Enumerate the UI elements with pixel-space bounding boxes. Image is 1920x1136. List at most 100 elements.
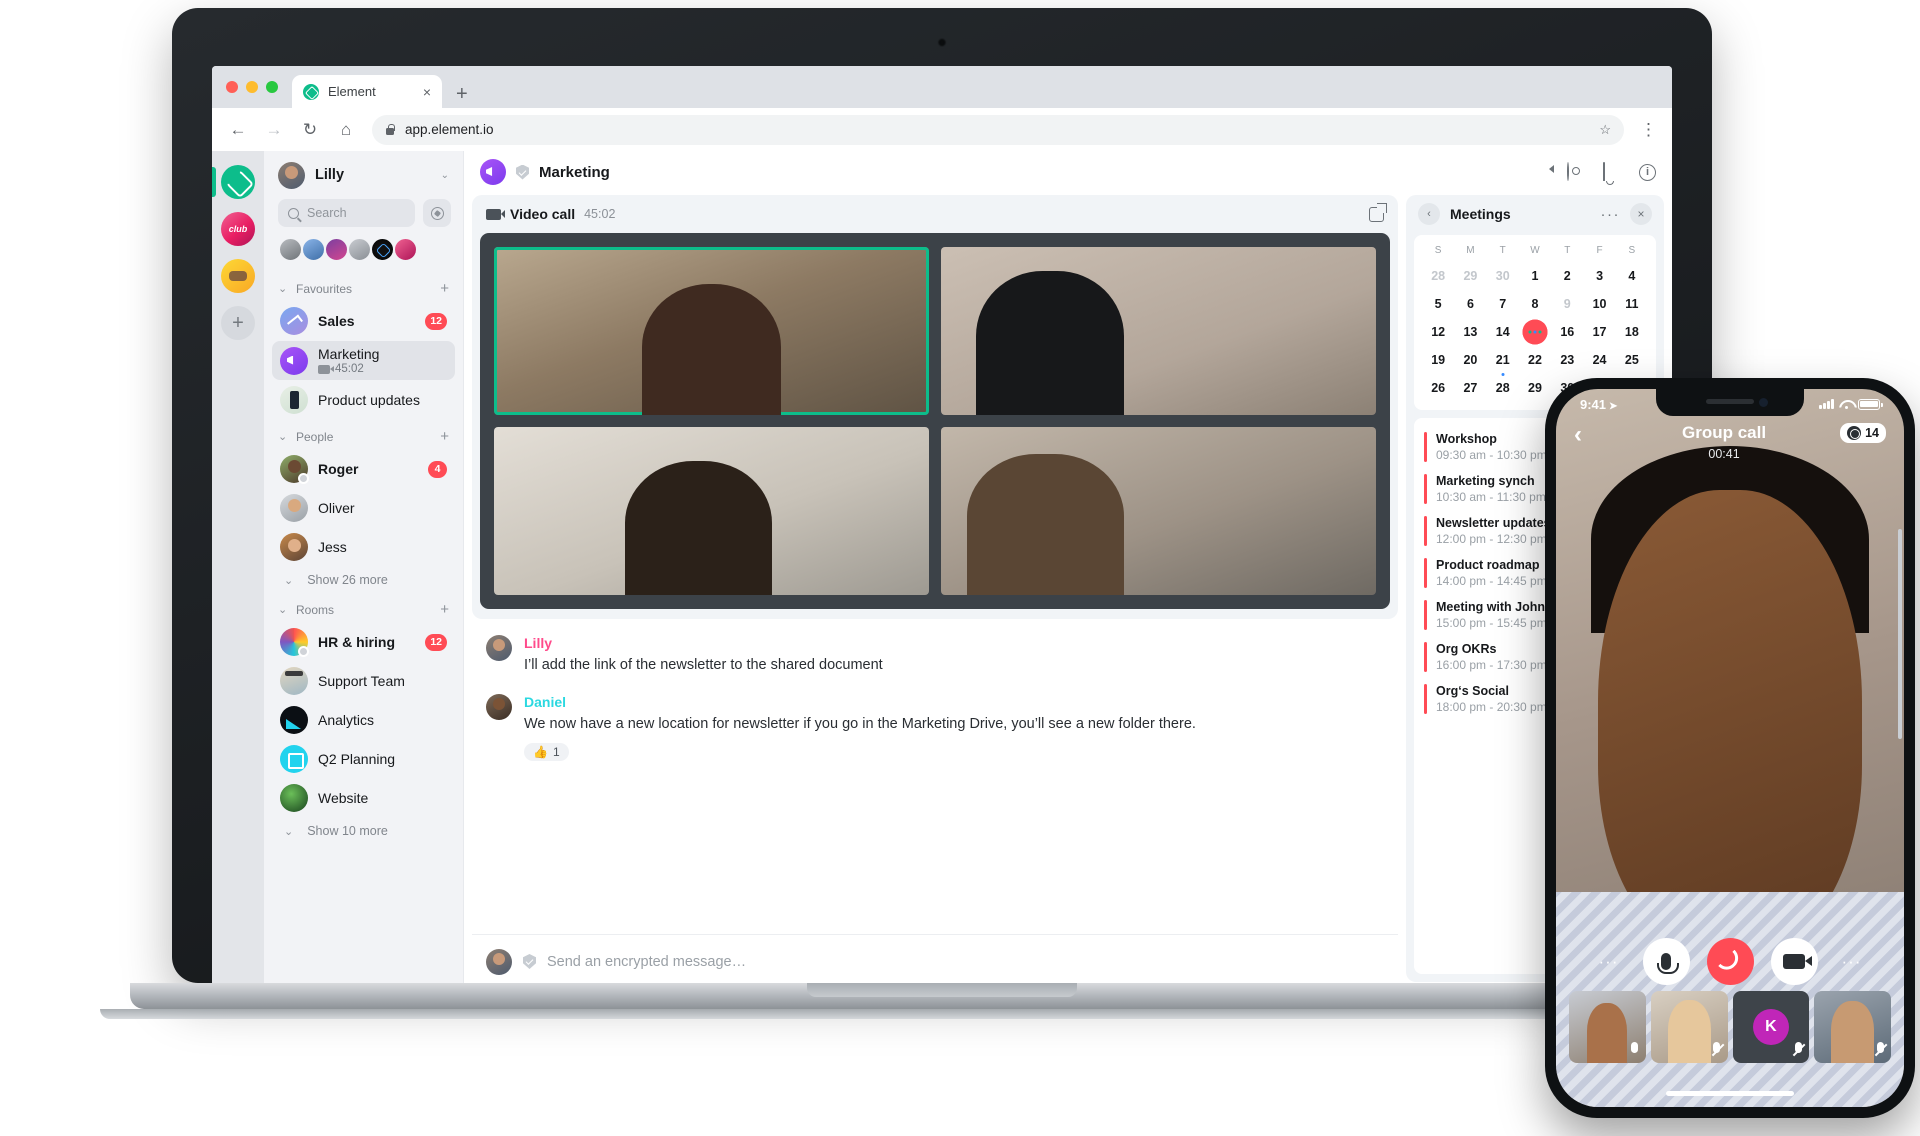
- add-room-button[interactable]: +: [440, 428, 449, 445]
- message-sender[interactable]: Daniel: [524, 694, 1384, 710]
- threads-icon[interactable]: [1567, 161, 1586, 182]
- show-more-button[interactable]: ⌄ Show 26 more: [264, 567, 463, 593]
- close-window-button[interactable]: [226, 81, 238, 93]
- calendar-day[interactable]: 8: [1519, 290, 1551, 318]
- chevron-down-icon[interactable]: ⌄: [278, 430, 288, 443]
- calendar-day[interactable]: 1: [1519, 262, 1551, 290]
- video-tile[interactable]: [941, 427, 1376, 595]
- new-tab-button[interactable]: +: [442, 84, 482, 108]
- calendar-day[interactable]: 29: [1454, 262, 1486, 290]
- sidebar-item-product-updates[interactable]: Product updates: [272, 381, 455, 419]
- bookmark-icon[interactable]: ☆: [1599, 122, 1611, 138]
- video-call-icon[interactable]: [1531, 163, 1550, 182]
- calendar-day[interactable]: 24: [1583, 346, 1615, 374]
- more-options-icon[interactable]: ···: [1601, 206, 1621, 223]
- calendar-day[interactable]: 20: [1454, 346, 1486, 374]
- sidebar-item-marketing[interactable]: Marketing 45:02: [272, 341, 455, 380]
- participant-thumbnail[interactable]: [1814, 991, 1891, 1063]
- space-home[interactable]: [221, 165, 255, 199]
- forward-button[interactable]: →: [264, 120, 284, 140]
- close-icon[interactable]: ×: [1630, 203, 1652, 225]
- chevron-down-icon[interactable]: ⌄: [278, 603, 288, 616]
- calendar-day[interactable]: 28: [1422, 262, 1454, 290]
- mute-button[interactable]: [1642, 938, 1690, 985]
- calendar-day[interactable]: 21: [1487, 346, 1519, 376]
- space-club[interactable]: [221, 212, 255, 246]
- chevron-down-icon[interactable]: ⌄: [441, 170, 449, 181]
- calendar-day[interactable]: 4: [1616, 262, 1648, 290]
- video-tile[interactable]: [494, 247, 929, 415]
- participant-thumbnail[interactable]: K: [1732, 991, 1810, 1063]
- calendar-day[interactable]: 3: [1583, 262, 1615, 290]
- room-section-header[interactable]: ⌄ Rooms +: [264, 593, 463, 622]
- sidebar-item-roger[interactable]: Roger 4: [272, 450, 455, 488]
- calendar-day[interactable]: 23: [1551, 346, 1583, 374]
- calendar-day[interactable]: 13: [1454, 318, 1486, 346]
- calendar-day[interactable]: 10: [1583, 290, 1615, 318]
- calendar-day[interactable]: 18: [1616, 318, 1648, 346]
- video-tile[interactable]: [494, 427, 929, 595]
- space-yellow[interactable]: [221, 259, 255, 293]
- explore-rooms-button[interactable]: [423, 199, 451, 227]
- hangup-button[interactable]: [1706, 938, 1754, 985]
- minimize-window-button[interactable]: [246, 81, 258, 93]
- sidebar-item-q2-planning[interactable]: Q2 Planning: [272, 740, 455, 778]
- sidebar-item-sales[interactable]: Sales 12: [272, 302, 455, 340]
- calendar-day[interactable]: 28: [1487, 374, 1519, 402]
- add-room-button[interactable]: +: [440, 601, 449, 618]
- sidebar-item-analytics[interactable]: Analytics: [272, 701, 455, 739]
- calendar-day[interactable]: 27: [1454, 374, 1486, 402]
- reload-button[interactable]: ↻: [300, 120, 320, 140]
- calendar-day[interactable]: 25: [1616, 346, 1648, 374]
- address-bar[interactable]: app.element.io ☆: [372, 114, 1624, 145]
- room-section-header[interactable]: ⌄ People +: [264, 420, 463, 449]
- chat-button[interactable]: ···: [1592, 945, 1626, 979]
- notifications-icon[interactable]: [1603, 161, 1622, 182]
- message-composer[interactable]: Send an encrypted message…: [472, 934, 1398, 988]
- create-space-button[interactable]: +: [221, 306, 255, 340]
- participant-count-badge[interactable]: 14: [1840, 423, 1886, 443]
- pop-out-icon[interactable]: [1369, 202, 1387, 222]
- room-info-icon[interactable]: i: [1639, 163, 1656, 181]
- facepile[interactable]: [264, 227, 463, 266]
- calendar-day[interactable]: 26: [1422, 374, 1454, 402]
- more-options-button[interactable]: ···: [1835, 945, 1869, 979]
- scrollbar[interactable]: [1898, 529, 1902, 739]
- calendar-day[interactable]: 14: [1487, 318, 1519, 346]
- calendar-day[interactable]: 17: [1583, 318, 1615, 346]
- calendar-day[interactable]: 16: [1551, 318, 1583, 346]
- maximize-window-button[interactable]: [266, 81, 278, 93]
- sidebar-item-support-team[interactable]: Support Team: [272, 662, 455, 700]
- home-button[interactable]: ⌂: [336, 120, 356, 140]
- add-room-button[interactable]: +: [440, 280, 449, 297]
- browser-tab[interactable]: Element ×: [292, 75, 442, 108]
- calendar-day[interactable]: 30: [1487, 262, 1519, 290]
- room-section-header[interactable]: ⌄ Favourites +: [264, 272, 463, 301]
- message-sender[interactable]: Lilly: [524, 635, 1384, 651]
- sidebar-item-oliver[interactable]: Oliver: [272, 489, 455, 527]
- calendar-day[interactable]: 9: [1551, 290, 1583, 318]
- calendar-day[interactable]: 22: [1519, 346, 1551, 374]
- participant-thumbnail[interactable]: [1569, 991, 1646, 1063]
- calendar-day[interactable]: 6: [1454, 290, 1486, 318]
- calendar-day[interactable]: 5: [1422, 290, 1454, 318]
- sidebar-item-jess[interactable]: Jess: [272, 528, 455, 566]
- chevron-down-icon[interactable]: ⌄: [278, 282, 288, 295]
- calendar-day[interactable]: 7: [1487, 290, 1519, 318]
- browser-menu-icon[interactable]: ⋮: [1640, 120, 1657, 140]
- sidebar-item-hr-hiring[interactable]: HR & hiring 12: [272, 623, 455, 661]
- video-tile[interactable]: [941, 247, 1376, 415]
- camera-button[interactable]: [1770, 938, 1818, 985]
- user-menu[interactable]: Lilly ⌄: [264, 151, 463, 199]
- back-icon[interactable]: ‹: [1418, 203, 1440, 225]
- search-input[interactable]: Search: [278, 199, 415, 227]
- message-reaction[interactable]: 👍 1: [524, 743, 569, 762]
- calendar-day[interactable]: 12: [1422, 318, 1454, 346]
- calendar-day[interactable]: 11: [1616, 290, 1648, 318]
- room-list-scroll[interactable]: ⌄ Favourites + Sales 12 Marketing 45:02 Product…: [264, 266, 463, 988]
- back-icon[interactable]: ‹: [1574, 423, 1608, 447]
- calendar-day[interactable]: 19: [1422, 346, 1454, 374]
- participant-thumbnail[interactable]: [1650, 991, 1728, 1063]
- close-tab-icon[interactable]: ×: [423, 84, 431, 100]
- calendar-day-today[interactable]: 15: [1519, 318, 1551, 346]
